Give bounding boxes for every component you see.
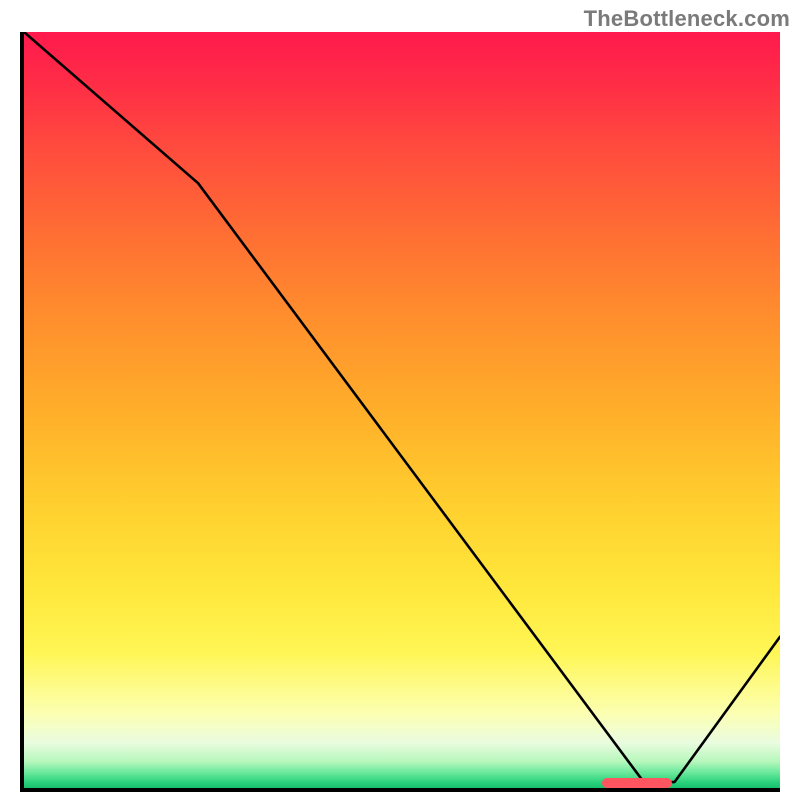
chart-container: TheBottleneck.com [0,0,800,800]
watermark-text: TheBottleneck.com [584,6,790,32]
curve-path [24,32,780,782]
curve-svg [24,32,780,788]
highlight-marker [602,778,672,788]
plot-area [20,32,780,792]
